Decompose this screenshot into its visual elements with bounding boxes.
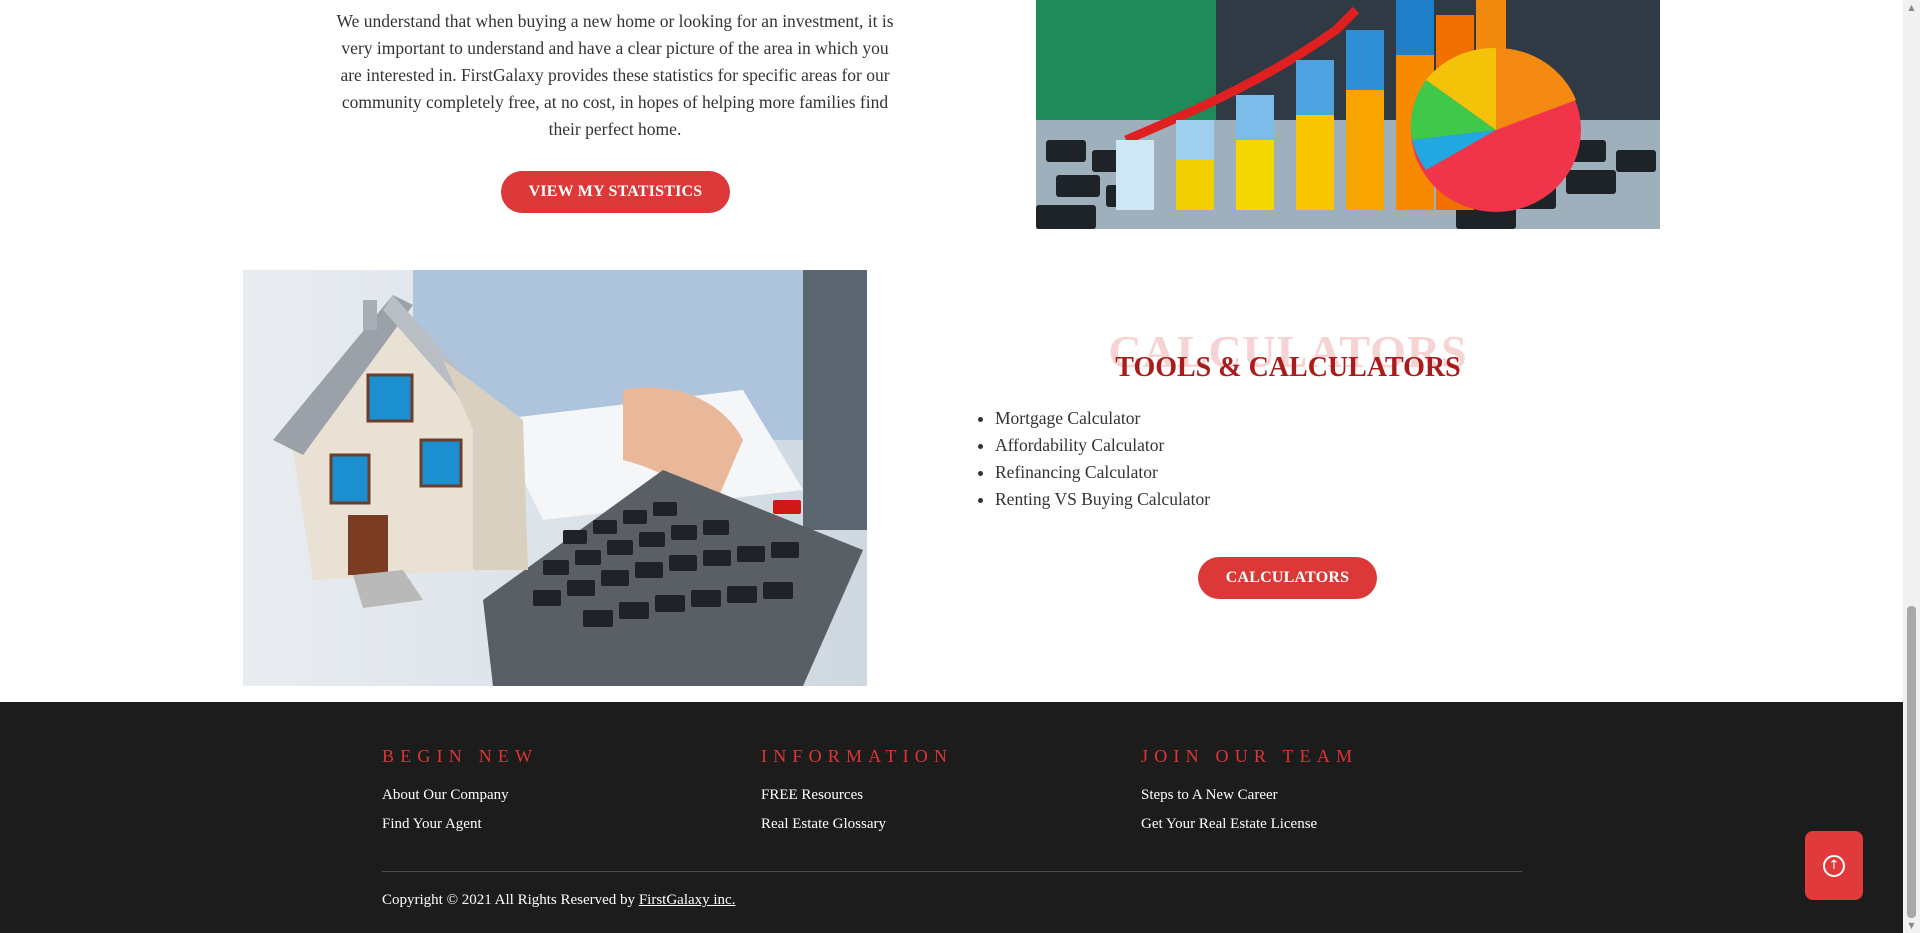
footer-link-glossary[interactable]: Real Estate Glossary bbox=[761, 810, 953, 839]
calculator-item-refinancing: Refinancing Calculator bbox=[995, 459, 1210, 486]
calculator-item-mortgage: Mortgage Calculator bbox=[995, 405, 1210, 432]
footer-heading: JOIN OUR TEAM bbox=[1141, 746, 1359, 766]
tools-calculators-title: TOOLS & CALCULATORS bbox=[1115, 352, 1461, 383]
footer-divider bbox=[382, 871, 1522, 872]
view-statistics-button[interactable]: VIEW MY STATISTICS bbox=[501, 171, 730, 213]
footer-column-join-team: JOIN OUR TEAM Steps to A New Career Get … bbox=[1141, 746, 1358, 839]
statistics-chart-image bbox=[1036, 0, 1660, 229]
footer-column-begin-new: BEGIN NEW About Our Company Find Your Ag… bbox=[382, 746, 538, 839]
statistics-description: We understand that when buying a new hom… bbox=[336, 11, 894, 139]
scroll-down-arrow-icon[interactable]: ▼ bbox=[1907, 921, 1916, 930]
company-link[interactable]: FirstGalaxy inc. bbox=[639, 892, 736, 908]
calculator-item-renting-vs-buying: Renting VS Buying Calculator bbox=[995, 486, 1210, 513]
back-to-top-button[interactable]: ↑ bbox=[1805, 831, 1863, 900]
copyright-notice: Copyright © 2021 All Rights Reserved by … bbox=[382, 892, 735, 909]
footer-link-about-company[interactable]: About Our Company bbox=[382, 781, 538, 810]
scrollbar-thumb[interactable] bbox=[1907, 606, 1916, 918]
copyright-text: Copyright © 2021 All Rights Reserved by bbox=[382, 892, 639, 908]
arrow-up-circle-icon: ↑ bbox=[1823, 854, 1845, 877]
site-footer: BEGIN NEW About Our Company Find Your Ag… bbox=[0, 702, 1903, 933]
calculators-button[interactable]: CALCULATORS bbox=[1198, 557, 1377, 599]
footer-heading: BEGIN NEW bbox=[382, 746, 539, 766]
footer-link-find-agent[interactable]: Find Your Agent bbox=[382, 810, 538, 839]
footer-link-free-resources[interactable]: FREE Resources bbox=[761, 781, 953, 810]
footer-link-new-career[interactable]: Steps to A New Career bbox=[1141, 781, 1358, 810]
calculator-item-affordability: Affordability Calculator bbox=[995, 432, 1210, 459]
footer-heading: INFORMATION bbox=[761, 746, 954, 766]
scroll-up-arrow-icon[interactable]: ▲ bbox=[1907, 3, 1916, 12]
footer-column-information: INFORMATION FREE Resources Real Estate G… bbox=[761, 746, 953, 839]
house-calculator-image bbox=[243, 270, 867, 686]
page-scrollbar[interactable]: ▲ ▼ bbox=[1903, 0, 1920, 933]
footer-link-license[interactable]: Get Your Real Estate License bbox=[1141, 810, 1358, 839]
calculators-list: Mortgage Calculator Affordability Calcul… bbox=[995, 405, 1210, 513]
